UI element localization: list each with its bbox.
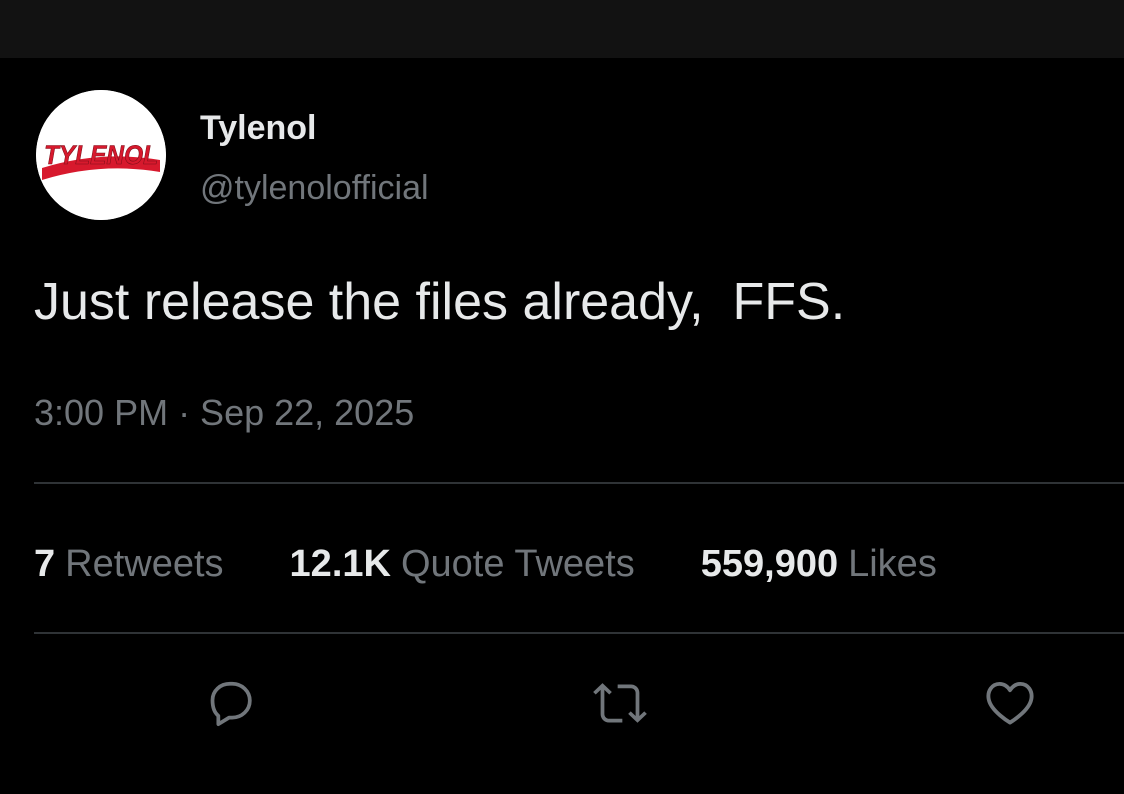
likes-label: Likes xyxy=(848,543,937,585)
top-bar xyxy=(0,0,1124,58)
tweet-stats: 7 Retweets 12.1K Quote Tweets 559,900 Li… xyxy=(34,542,937,586)
likes-stat[interactable]: 559,900 Likes xyxy=(701,542,937,586)
retweet-button[interactable] xyxy=(588,670,652,734)
like-button[interactable] xyxy=(978,670,1042,734)
tweet-text: Just release the files already, FFS. xyxy=(34,273,846,331)
tylenol-logo: TYLENOL xyxy=(36,90,166,220)
retweets-stat[interactable]: 7 Retweets xyxy=(34,542,224,586)
tweet-card: TYLENOL Tylenol @tylenolofficial Just re… xyxy=(0,58,1124,794)
user-handle[interactable]: @tylenolofficial xyxy=(200,168,429,208)
reply-icon xyxy=(210,681,252,727)
svg-text:TYLENOL: TYLENOL xyxy=(44,140,158,170)
divider xyxy=(34,632,1124,634)
divider xyxy=(34,482,1124,484)
tweet-actions xyxy=(0,670,1124,734)
quote-tweets-stat[interactable]: 12.1K Quote Tweets xyxy=(290,542,635,586)
quote-tweets-count: 12.1K xyxy=(289,543,391,585)
display-name[interactable]: Tylenol xyxy=(200,108,317,148)
retweets-label: Retweets xyxy=(65,543,224,585)
like-icon xyxy=(986,681,1034,725)
likes-count: 559,900 xyxy=(700,543,839,585)
retweets-count: 7 xyxy=(34,543,56,585)
retweet-icon xyxy=(593,683,647,723)
tweet-timestamp[interactable]: 3:00 PM · Sep 22, 2025 xyxy=(34,392,414,434)
reply-button[interactable] xyxy=(198,670,262,734)
avatar[interactable]: TYLENOL xyxy=(36,90,166,220)
quote-tweets-label: Quote Tweets xyxy=(400,543,635,585)
